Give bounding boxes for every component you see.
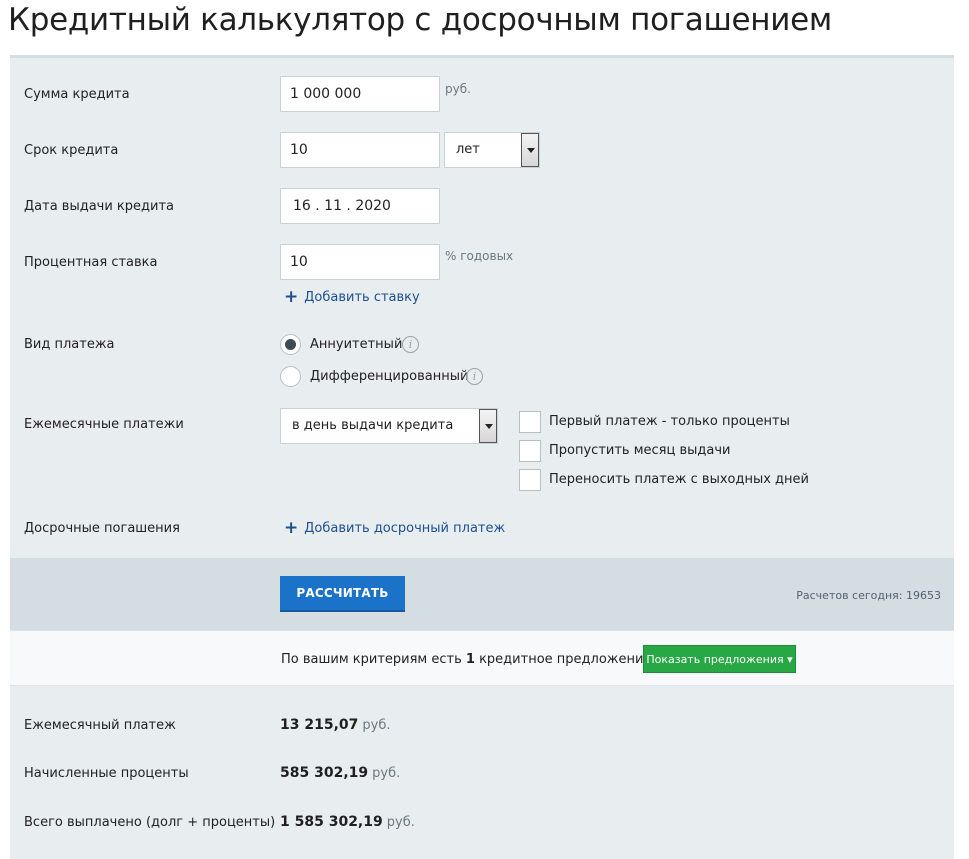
add-early-payment-label: Добавить досрочный платеж: [304, 521, 506, 536]
checkbox-move-weekend[interactable]: [519, 469, 541, 491]
radio-annuity[interactable]: [280, 334, 301, 355]
result-monthly-amount: 13 215,07: [280, 717, 359, 733]
result-total-label: Всего выплачено (долг + проценты): [24, 815, 276, 830]
rate-unit: % годовых: [445, 249, 514, 263]
calculate-button[interactable]: РАССЧИТАТЬ: [280, 576, 405, 612]
result-interest-unit: руб.: [372, 766, 401, 781]
monthly-label: Ежемесячные платежи: [24, 417, 184, 432]
result-monthly-label: Ежемесячный платеж: [24, 718, 176, 733]
checkbox-first-interest-only[interactable]: [519, 411, 541, 433]
move-weekend-label[interactable]: Переносить платеж с выходных дней: [549, 472, 809, 487]
issue-date-input[interactable]: 16 . 11 . 2020: [280, 188, 440, 224]
skip-issue-month-label[interactable]: Пропустить месяц выдачи: [549, 443, 730, 458]
result-monthly-unit: руб.: [362, 718, 391, 733]
result-total-amount: 1 585 302,19: [280, 814, 383, 830]
payment-type-label: Вид платежа: [24, 337, 115, 352]
monthly-day-selected: в день выдачи кредита: [292, 418, 454, 433]
term-label: Срок кредита: [24, 143, 119, 158]
info-icon[interactable]: i: [402, 336, 419, 353]
result-interest-amount: 585 302,19: [280, 765, 369, 781]
offers-text: По вашим критериям есть 1 кредитное пред…: [281, 652, 656, 667]
plus-icon: +: [284, 518, 299, 538]
term-unit-select[interactable]: лет: [444, 132, 540, 168]
result-total-value: 1 585 302,19 руб.: [280, 814, 415, 830]
result-interest-value: 585 302,19 руб.: [280, 765, 400, 781]
term-unit-selected: лет: [456, 142, 480, 157]
first-interest-only-label[interactable]: Первый платеж - только проценты: [549, 414, 790, 429]
offers-text-after: кредитное предложение.: [479, 652, 656, 667]
amount-input[interactable]: 1 000 000: [280, 76, 440, 112]
offers-count: 1: [465, 652, 475, 667]
result-monthly-value: 13 215,07 руб.: [280, 717, 391, 733]
calculator-form: [10, 55, 954, 558]
chevron-down-icon[interactable]: [521, 133, 539, 167]
add-early-payment-link[interactable]: + Добавить досрочный платеж: [284, 520, 505, 537]
term-input[interactable]: 10: [280, 132, 440, 168]
rate-input[interactable]: 10: [280, 244, 440, 280]
issue-date-label: Дата выдачи кредита: [24, 199, 175, 214]
chevron-down-icon[interactable]: [479, 409, 497, 443]
calc-count: Расчетов сегодня: 19653: [796, 589, 941, 602]
amount-unit: руб.: [445, 82, 471, 96]
result-interest-label: Начисленные проценты: [24, 766, 189, 781]
add-rate-link[interactable]: + Добавить ставку: [284, 289, 420, 306]
plus-icon: +: [284, 287, 299, 307]
add-rate-label: Добавить ставку: [304, 290, 420, 305]
result-total-unit: руб.: [386, 815, 415, 830]
page-title: Кредитный калькулятор с досрочным погаше…: [8, 2, 832, 38]
checkbox-skip-issue-month[interactable]: [519, 440, 541, 462]
early-label: Досрочные погашения: [24, 521, 180, 536]
offers-text-before: По вашим критериям есть: [281, 652, 462, 667]
show-offers-button[interactable]: Показать предложения ▾: [643, 645, 796, 673]
radio-differentiated[interactable]: [280, 366, 301, 387]
differentiated-label[interactable]: Дифференцированный: [310, 369, 468, 384]
amount-label: Сумма кредита: [24, 87, 130, 102]
annuity-label[interactable]: Аннуитетный: [310, 337, 402, 352]
info-icon[interactable]: i: [466, 368, 483, 385]
rate-label: Процентная ставка: [24, 255, 158, 270]
monthly-day-select[interactable]: в день выдачи кредита: [280, 408, 498, 444]
